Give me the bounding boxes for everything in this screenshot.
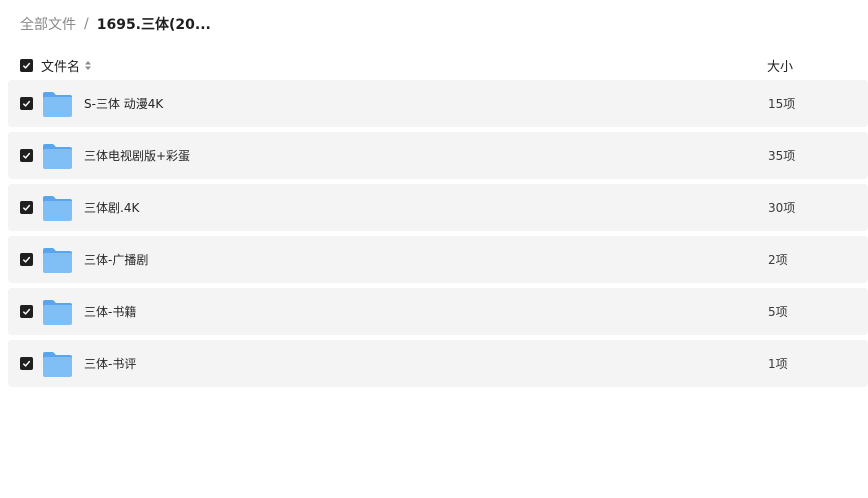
folder-icon	[42, 194, 73, 222]
file-size: 15项	[768, 97, 796, 111]
breadcrumb-separator: /	[84, 16, 89, 32]
folder-icon	[42, 142, 73, 170]
file-name[interactable]: 三体-广播剧	[84, 251, 148, 268]
table-row[interactable]: 三体-书籍 5项	[8, 288, 868, 335]
row-checkbox[interactable]	[20, 97, 33, 110]
sort-icon[interactable]	[84, 60, 92, 71]
file-size: 1项	[768, 357, 788, 371]
file-size: 5项	[768, 305, 788, 319]
table-row[interactable]: S-三体 动漫4K 15项	[8, 80, 868, 127]
column-header-size[interactable]: 大小	[767, 56, 793, 75]
select-all-checkbox[interactable]	[20, 58, 33, 72]
check-icon	[22, 152, 31, 159]
file-name[interactable]: 三体剧.4K	[84, 199, 139, 216]
check-icon	[22, 360, 31, 367]
row-checkbox[interactable]	[20, 201, 33, 214]
row-checkbox[interactable]	[20, 305, 33, 318]
breadcrumb-root-link[interactable]: 全部文件	[20, 14, 76, 34]
row-checkbox[interactable]	[20, 357, 33, 370]
table-row[interactable]: 三体剧.4K 30项	[8, 184, 868, 231]
file-size: 2项	[768, 253, 788, 267]
check-icon	[22, 256, 31, 263]
table-row[interactable]: 三体-书评 1项	[8, 340, 868, 387]
breadcrumb: 全部文件 / 1695.三体(20...	[20, 14, 211, 34]
file-name[interactable]: 三体电视剧版+彩蛋	[84, 147, 190, 164]
check-icon	[22, 100, 31, 107]
folder-icon	[42, 90, 73, 118]
folder-icon	[42, 298, 73, 326]
table-header: 文件名 大小	[20, 54, 868, 76]
folder-icon	[42, 350, 73, 378]
file-size: 35项	[768, 149, 796, 163]
row-checkbox[interactable]	[20, 253, 33, 266]
folder-icon	[42, 246, 73, 274]
file-name[interactable]: S-三体 动漫4K	[84, 95, 163, 112]
row-checkbox[interactable]	[20, 149, 33, 162]
file-name[interactable]: 三体-书评	[84, 355, 136, 372]
file-list: S-三体 动漫4K 15项 三体电视剧版+彩蛋 35项 三体剧.4K 30项 三…	[8, 80, 868, 392]
column-header-name[interactable]: 文件名	[41, 56, 92, 75]
table-row[interactable]: 三体-广播剧 2项	[8, 236, 868, 283]
file-name[interactable]: 三体-书籍	[84, 303, 136, 320]
column-header-name-label: 文件名	[41, 59, 81, 75]
file-size: 30项	[768, 201, 796, 215]
table-row[interactable]: 三体电视剧版+彩蛋 35项	[8, 132, 868, 179]
check-icon	[22, 308, 31, 315]
check-icon	[22, 204, 31, 211]
check-icon	[22, 62, 31, 69]
breadcrumb-current: 1695.三体(20...	[96, 17, 211, 33]
